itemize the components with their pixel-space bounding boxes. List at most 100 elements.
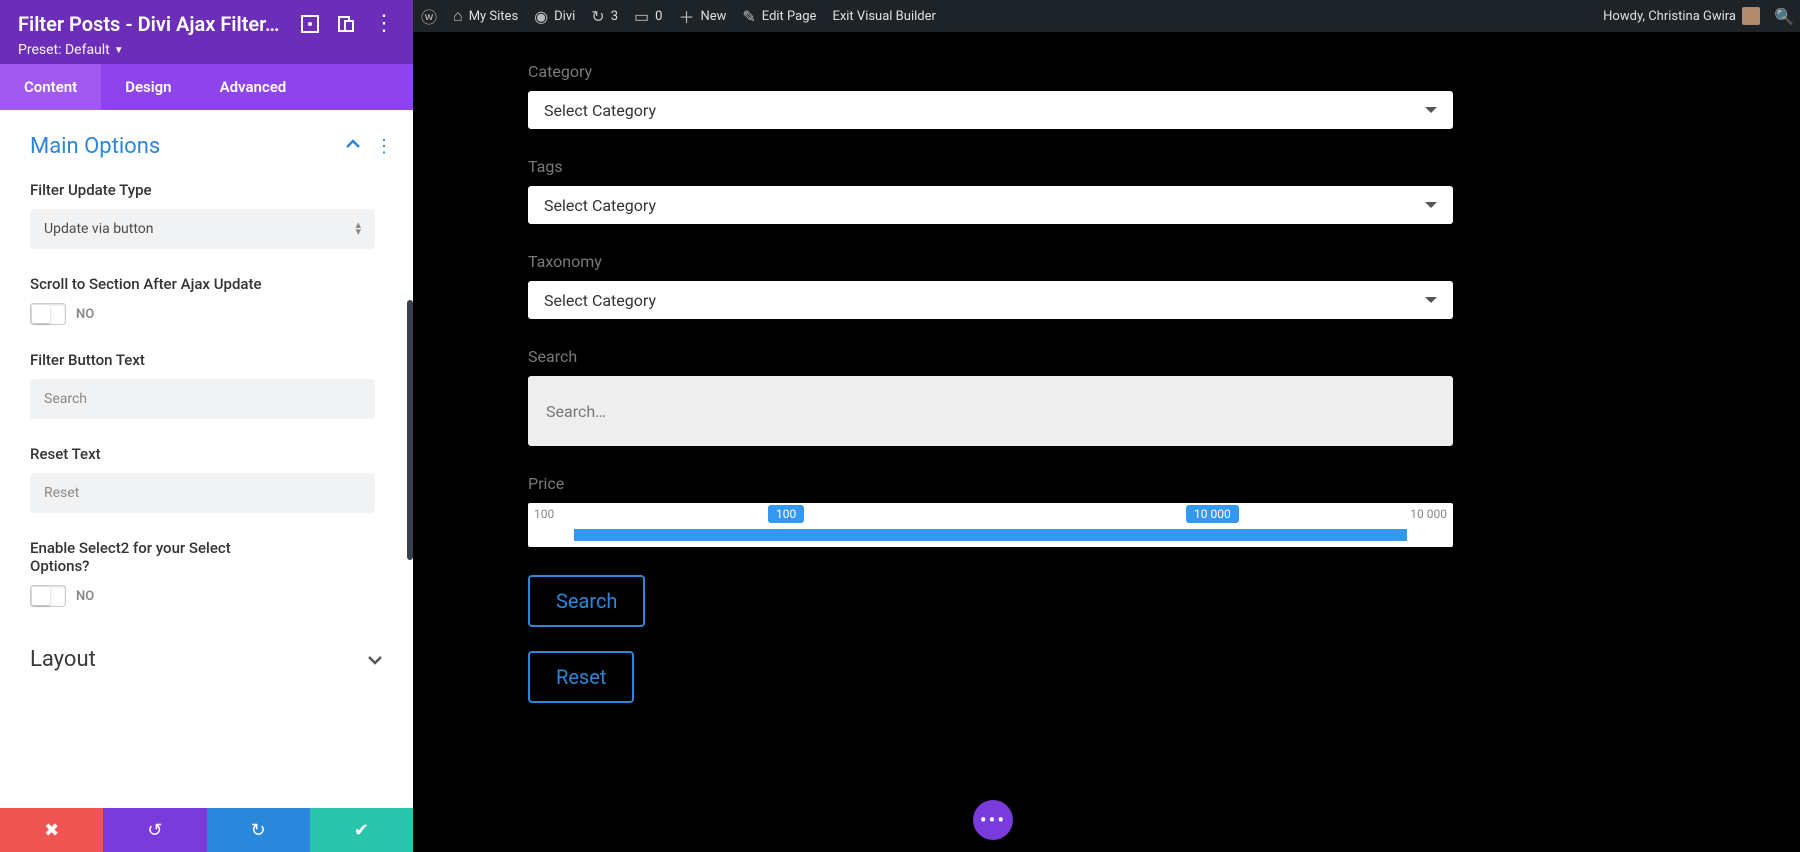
redo-button[interactable]: ↻ xyxy=(207,808,310,852)
reset-text-input[interactable] xyxy=(30,473,375,513)
site-link[interactable]: ◉ Divi xyxy=(526,0,583,32)
category-block: Category Select Category xyxy=(528,62,1740,129)
category-select[interactable]: Select Category xyxy=(528,91,1453,129)
price-slider[interactable]: 100 10 000 100 10 000 xyxy=(528,503,1453,547)
responsive-icon[interactable] xyxy=(337,15,355,33)
field-enable-select2: Enable Select2 for your Select Options? … xyxy=(30,539,393,607)
plus-icon: ＋ xyxy=(678,4,694,28)
price-handle-high[interactable]: 10 000 xyxy=(1186,505,1239,523)
scroll-after-ajax-toggle[interactable]: NO xyxy=(30,303,393,325)
sidebar-body[interactable]: Main Options ⋮ Filter Update Type Update… xyxy=(0,110,413,808)
page-preview: Category Select Category Tags Select Cat… xyxy=(413,32,1800,852)
reset-button[interactable]: Reset xyxy=(528,651,634,703)
howdy-link[interactable]: Howdy, Christina Gwira xyxy=(1595,0,1768,32)
search-input[interactable]: Search… xyxy=(528,376,1453,446)
filter-button-text-input[interactable] xyxy=(30,379,375,419)
new-label: New xyxy=(700,9,726,24)
chevron-down-icon xyxy=(1425,297,1437,303)
tags-select[interactable]: Select Category xyxy=(528,186,1453,224)
search-icon: 🔍 xyxy=(1774,7,1794,26)
my-sites-link[interactable]: ⌂My Sites xyxy=(445,0,526,32)
select-arrows-icon: ▴▾ xyxy=(355,222,361,235)
toggle-track xyxy=(30,585,66,607)
search-placeholder: Search… xyxy=(546,402,606,421)
admin-search-button[interactable]: 🔍 xyxy=(1768,0,1800,32)
category-label: Category xyxy=(528,62,1740,81)
preset-selector[interactable]: Preset: Default▼ xyxy=(18,42,395,58)
chevron-down-icon xyxy=(1425,107,1437,113)
filter-button-text-label: Filter Button Text xyxy=(30,351,393,369)
save-button[interactable]: ✔ xyxy=(310,808,413,852)
enable-select2-toggle[interactable]: NO xyxy=(30,585,393,607)
section-layout-head[interactable]: Layout xyxy=(30,647,393,672)
dashboard-icon: ◉ xyxy=(534,7,548,26)
comments-count: 0 xyxy=(655,9,662,24)
sidebar-header: Filter Posts - Divi Ajax Filter… ⋮ Prese… xyxy=(0,0,413,64)
tags-block: Tags Select Category xyxy=(528,157,1740,224)
chevron-down-icon xyxy=(367,652,383,668)
tab-design[interactable]: Design xyxy=(101,64,195,110)
scroll-after-ajax-value: NO xyxy=(76,307,94,322)
category-value: Select Category xyxy=(544,101,656,120)
wp-admin-bar: ⓦ ⌂My Sites ◉Divi ↻3 ▭0 ＋New ✎Edit Page … xyxy=(413,0,1800,32)
wordpress-icon: ⓦ xyxy=(421,4,437,28)
field-filter-button-text: Filter Button Text xyxy=(30,351,393,419)
edit-page-link[interactable]: ✎Edit Page xyxy=(734,0,824,32)
undo-button[interactable]: ↺ xyxy=(103,808,206,852)
check-icon: ✔ xyxy=(354,820,369,841)
close-icon: ✖ xyxy=(44,820,59,841)
exit-visual-builder-link[interactable]: Exit Visual Builder xyxy=(824,0,943,32)
chevron-down-icon xyxy=(1425,202,1437,208)
price-range-bar xyxy=(574,529,1407,541)
redo-icon: ↻ xyxy=(251,820,266,841)
ellipsis-icon: ••• xyxy=(980,808,1006,832)
sidebar-action-bar: ✖ ↺ ↻ ✔ xyxy=(0,808,413,852)
filter-update-type-select[interactable]: Update via button ▴▾ xyxy=(30,209,375,249)
scroll-after-ajax-label: Scroll to Section After Ajax Update xyxy=(30,275,270,293)
site-name: Divi xyxy=(554,9,575,24)
section-main-options-head[interactable]: Main Options ⋮ xyxy=(30,134,393,159)
more-icon[interactable]: ⋮ xyxy=(373,13,395,35)
field-reset-text: Reset Text xyxy=(30,445,393,513)
wp-admin-bar-left: ⓦ ⌂My Sites ◉Divi ↻3 ▭0 ＋New ✎Edit Page … xyxy=(413,0,944,32)
exit-vb-label: Exit Visual Builder xyxy=(832,9,935,24)
price-handle-low[interactable]: 100 xyxy=(768,505,804,523)
module-title: Filter Posts - Divi Ajax Filter… xyxy=(18,12,279,36)
price-label: Price xyxy=(528,474,1740,493)
taxonomy-select[interactable]: Select Category xyxy=(528,281,1453,319)
toggle-knob xyxy=(32,305,50,323)
howdy-text: Howdy, Christina Gwira xyxy=(1603,9,1736,24)
updates-link[interactable]: ↻3 xyxy=(583,0,626,32)
tags-value: Select Category xyxy=(544,196,656,215)
field-scroll-after-ajax: Scroll to Section After Ajax Update NO xyxy=(30,275,393,325)
toggle-knob xyxy=(32,587,50,605)
enable-select2-value: NO xyxy=(76,589,94,604)
enable-select2-label: Enable Select2 for your Select Options? xyxy=(30,539,290,575)
undo-icon: ↺ xyxy=(147,820,162,841)
toggle-track xyxy=(30,303,66,325)
taxonomy-label: Taxonomy xyxy=(528,252,1740,271)
filter-update-type-label: Filter Update Type xyxy=(30,181,393,199)
wp-logo[interactable]: ⓦ xyxy=(413,0,445,32)
chevron-up-icon[interactable] xyxy=(345,136,361,157)
expand-icon[interactable] xyxy=(301,15,319,33)
section-layout-title: Layout xyxy=(30,647,96,672)
comments-link[interactable]: ▭0 xyxy=(626,0,670,32)
tab-content[interactable]: Content xyxy=(0,64,101,110)
edit-page-label: Edit Page xyxy=(762,9,817,24)
search-button[interactable]: Search xyxy=(528,575,645,627)
filter-update-type-value: Update via button xyxy=(44,221,154,237)
section-main-options-title: Main Options xyxy=(30,134,160,159)
section-more-icon[interactable]: ⋮ xyxy=(375,136,393,157)
reset-text-label: Reset Text xyxy=(30,445,393,463)
refresh-icon: ↻ xyxy=(591,7,604,26)
tags-label: Tags xyxy=(528,157,1740,176)
cancel-button[interactable]: ✖ xyxy=(0,808,103,852)
wp-admin-bar-right: Howdy, Christina Gwira 🔍 xyxy=(1595,0,1800,32)
tab-advanced[interactable]: Advanced xyxy=(196,64,311,110)
new-link[interactable]: ＋ New xyxy=(670,0,734,32)
search-block: Search Search… xyxy=(528,347,1740,446)
builder-fab[interactable]: ••• xyxy=(973,800,1013,840)
price-block: Price 100 10 000 100 10 000 xyxy=(528,474,1740,547)
comment-icon: ▭ xyxy=(634,7,649,26)
